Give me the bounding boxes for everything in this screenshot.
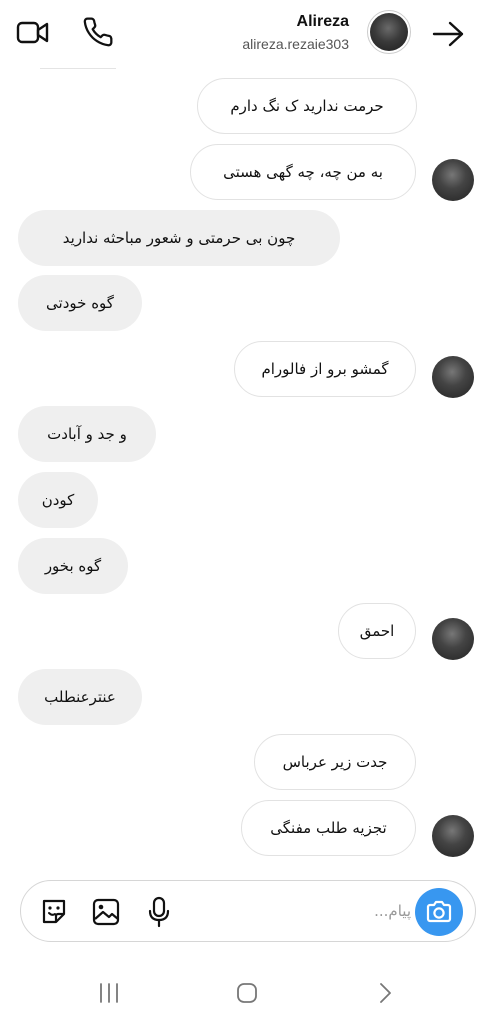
camera-icon (426, 900, 452, 923)
message-received[interactable]: عنترعنطلب (18, 669, 142, 725)
message-received[interactable]: گوه بخور (18, 538, 128, 594)
scroll-hint-line (40, 68, 116, 69)
message-received[interactable]: چون بی حرمتی و شعور مباحثه ندارید (18, 210, 340, 266)
camera-button[interactable] (415, 888, 463, 936)
message-received[interactable]: کودن (18, 472, 98, 528)
microphone-icon[interactable] (146, 896, 172, 928)
video-call-icon[interactable] (16, 18, 50, 48)
message-sent[interactable]: به من چه، چه گهی هستی (190, 144, 416, 200)
contact-avatar[interactable] (367, 10, 411, 54)
sender-avatar[interactable] (432, 356, 474, 398)
contact-name[interactable]: Alireza (297, 13, 349, 31)
home-icon[interactable] (236, 982, 258, 1004)
message-received[interactable]: گوه خودتی (18, 275, 142, 331)
back-arrow-icon[interactable] (430, 20, 466, 48)
message-composer (20, 880, 476, 942)
message-received[interactable]: و جد و آبادت (18, 406, 156, 462)
message-sent[interactable]: گمشو برو از فالورام (234, 341, 416, 397)
sender-avatar[interactable] (432, 159, 474, 201)
contact-username[interactable]: alireza.rezaie303 (242, 36, 349, 52)
system-nav-bar (0, 960, 495, 1024)
sender-avatar[interactable] (432, 618, 474, 660)
sender-avatar[interactable] (432, 815, 474, 857)
voice-call-icon[interactable] (82, 16, 114, 48)
chat-header: Alireza alireza.rezaie303 (0, 0, 495, 66)
message-sent[interactable]: احمق (338, 603, 416, 659)
message-input[interactable] (181, 893, 411, 929)
gallery-icon[interactable] (91, 897, 121, 927)
recent-apps-icon[interactable] (97, 982, 121, 1004)
sticker-icon[interactable] (39, 897, 69, 927)
back-icon[interactable] (376, 982, 394, 1004)
message-sent[interactable]: حرمت ندارید ک نگ دارم (197, 78, 417, 134)
message-sent[interactable]: تجزیه طلب مفنگی (241, 800, 416, 856)
message-sent[interactable]: جدت زیر عرباس (254, 734, 416, 790)
